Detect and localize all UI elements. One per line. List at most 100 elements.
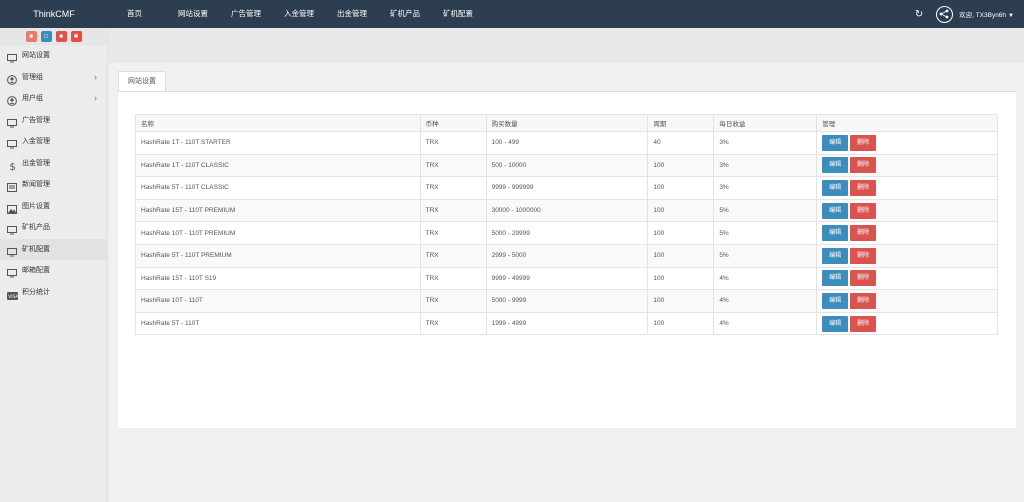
nav-deposit-management[interactable]: 入金管理 xyxy=(284,0,314,28)
cell-daily-return: 5% xyxy=(713,198,818,223)
table-header-row: 名称 币种 购买数量 周期 每日收益 管理 xyxy=(135,114,998,132)
delete-button[interactable]: 删除 xyxy=(850,157,877,174)
sidebar-item-label: 邮箱配置 xyxy=(22,267,50,274)
delete-button[interactable]: 删除 xyxy=(850,179,877,196)
edit-button[interactable]: 编辑 xyxy=(822,315,849,332)
sidebar-item-label: 图片设置 xyxy=(22,202,50,210)
cell-manage: 编辑 删除 xyxy=(816,221,998,245)
edit-button[interactable]: 编辑 xyxy=(822,179,849,196)
user-area: ↻ 欢迎, TX3Byn6h ▼ xyxy=(912,0,1024,28)
table-row: HashRate 1T - 110T STARTER TRX 100 - 499 40… xyxy=(135,131,998,155)
share-node-icon xyxy=(939,9,949,18)
sidebar-item-2[interactable]: 用户组 › xyxy=(0,88,107,110)
newspaper-icon xyxy=(7,180,17,192)
sidebar-item-8[interactable]: 矿机产品 xyxy=(0,217,107,239)
sidebar-item-label: 入金管理 xyxy=(22,138,50,145)
cell-manage: 编辑 删除 xyxy=(816,311,998,336)
brand-logo[interactable]: ThinkCMF xyxy=(0,0,108,28)
cell-quantity: 5000 - 29999 xyxy=(485,221,649,245)
table-row: HashRate 5T - 110T CLASSIC TRX 9999 - 9999… xyxy=(135,176,998,200)
table-row: HashRate 15T - 110T PREMIUM TRX 30000 - 10… xyxy=(135,198,998,223)
cell-manage: 编辑 删除 xyxy=(816,198,998,223)
nav-withdraw-management[interactable]: 出金管理 xyxy=(337,0,367,28)
sidebar: ■ □ ■ ✱ 网站设置 管理组 › 用户组 › 广告管理入金管理 $ 出金管理新闻管理图片设… xyxy=(0,28,108,502)
sidebar-item-3[interactable]: 广告管理 xyxy=(0,110,107,132)
delete-button[interactable]: 删除 xyxy=(850,134,877,151)
sidebar-item-0[interactable]: 网站设置 xyxy=(0,45,107,67)
delete-button[interactable]: 删除 xyxy=(850,225,877,242)
settings-icon[interactable]: ✱ xyxy=(70,31,82,42)
nav-miner-products[interactable]: 矿机产品 xyxy=(390,0,420,28)
document-icon[interactable]: □ xyxy=(40,31,52,42)
cell-name: HashRate 15T - 110T PREMIUM xyxy=(135,198,421,223)
cell-currency: TRX xyxy=(419,153,487,178)
sidebar-item-1[interactable]: 管理组 › xyxy=(0,67,107,89)
cell-daily-return: 3% xyxy=(713,176,818,200)
delete-button[interactable]: 删除 xyxy=(850,270,877,287)
delete-button[interactable]: 删除 xyxy=(850,247,877,264)
avatar[interactable] xyxy=(936,5,954,23)
nav-site-settings[interactable]: 网站设置 xyxy=(178,0,208,28)
cell-name: HashRate 5T - 110T xyxy=(135,311,421,336)
monitor-icon xyxy=(7,116,17,127)
trash-icon[interactable]: ■ xyxy=(55,31,67,42)
edit-button[interactable]: 编辑 xyxy=(822,225,849,242)
user-menu[interactable]: 欢迎, TX3Byn6h ▼ xyxy=(959,9,1014,19)
delete-button[interactable]: 删除 xyxy=(850,292,877,309)
monitor-icon xyxy=(7,266,17,278)
edit-button[interactable]: 编辑 xyxy=(822,202,849,219)
nav-home[interactable]: 首页 xyxy=(127,0,142,28)
caret-down-icon: ▼ xyxy=(1008,13,1014,19)
edit-button[interactable]: 编辑 xyxy=(822,292,849,309)
cell-currency: TRX xyxy=(419,266,487,291)
refresh-icon[interactable]: ↻ xyxy=(912,9,926,20)
edit-button[interactable]: 编辑 xyxy=(822,134,849,151)
delete-button[interactable]: 删除 xyxy=(850,315,877,332)
nav-miner-config[interactable]: 矿机配置 xyxy=(443,0,473,28)
cell-name: HashRate 1T - 110T CLASSIC xyxy=(135,153,421,178)
cell-daily-return: 3% xyxy=(713,131,818,155)
sidebar-item-11[interactable]: VISA 积分统计 xyxy=(0,282,107,304)
sidebar-item-7[interactable]: 图片设置 xyxy=(0,196,107,218)
cell-daily-return: 3% xyxy=(713,153,818,178)
col-manage-header: 管理 xyxy=(816,114,998,132)
content-header-strip xyxy=(108,28,1024,63)
monitor-icon xyxy=(7,245,17,256)
orange-shortcut-icon[interactable]: ■ xyxy=(25,31,37,42)
sidebar-item-label: 用户组 xyxy=(22,95,43,102)
table-row: HashRate 5T - 110T PREMIUM TRX 2999 - 5000… xyxy=(135,243,998,268)
edit-button[interactable]: 编辑 xyxy=(822,270,849,287)
chevron-right-icon: › xyxy=(94,93,97,103)
sidebar-item-label: 积分统计 xyxy=(22,288,50,296)
chevron-right-icon: › xyxy=(94,71,97,82)
sidebar-item-9[interactable]: 矿机配置 xyxy=(0,238,107,260)
cell-name: HashRate 10T - 110T PREMIUM xyxy=(135,221,421,245)
cell-period: 100 xyxy=(647,198,715,223)
cell-currency: TRX xyxy=(419,243,487,268)
cell-period: 100 xyxy=(647,266,715,291)
cell-daily-return: 4% xyxy=(713,311,818,336)
sidebar-item-label: 矿机产品 xyxy=(22,224,50,231)
sidebar-item-10[interactable]: 邮箱配置 xyxy=(0,260,107,282)
delete-button[interactable]: 删除 xyxy=(850,202,877,219)
cell-manage: 编辑 删除 xyxy=(816,176,998,200)
monitor-icon xyxy=(7,137,17,149)
cell-manage: 编辑 删除 xyxy=(816,289,998,313)
cell-manage: 编辑 删除 xyxy=(816,153,998,178)
tab-site-settings[interactable]: 网站设置 xyxy=(118,71,166,91)
col-period-header: 周期 xyxy=(647,114,715,132)
sidebar-item-label: 新闻管理 xyxy=(22,181,50,188)
user-label: 欢迎, TX3Byn6h xyxy=(959,12,1007,19)
cell-period: 100 xyxy=(647,176,715,200)
sidebar-item-5[interactable]: $ 出金管理 xyxy=(0,153,107,175)
top-nav: 首页 网站设置 广告管理 入金管理 出金管理 矿机产品 矿机配置 xyxy=(115,0,473,28)
nav-ad-management[interactable]: 广告管理 xyxy=(231,0,261,28)
col-quantity-header: 购买数量 xyxy=(485,114,649,132)
edit-button[interactable]: 编辑 xyxy=(822,247,849,264)
cell-name: HashRate 10T - 110T xyxy=(135,289,421,313)
monitor-icon xyxy=(7,51,17,63)
sidebar-item-4[interactable]: 入金管理 xyxy=(0,131,107,153)
user-circle-icon xyxy=(7,73,17,85)
sidebar-item-6[interactable]: 新闻管理 xyxy=(0,174,107,196)
edit-button[interactable]: 编辑 xyxy=(822,157,849,174)
